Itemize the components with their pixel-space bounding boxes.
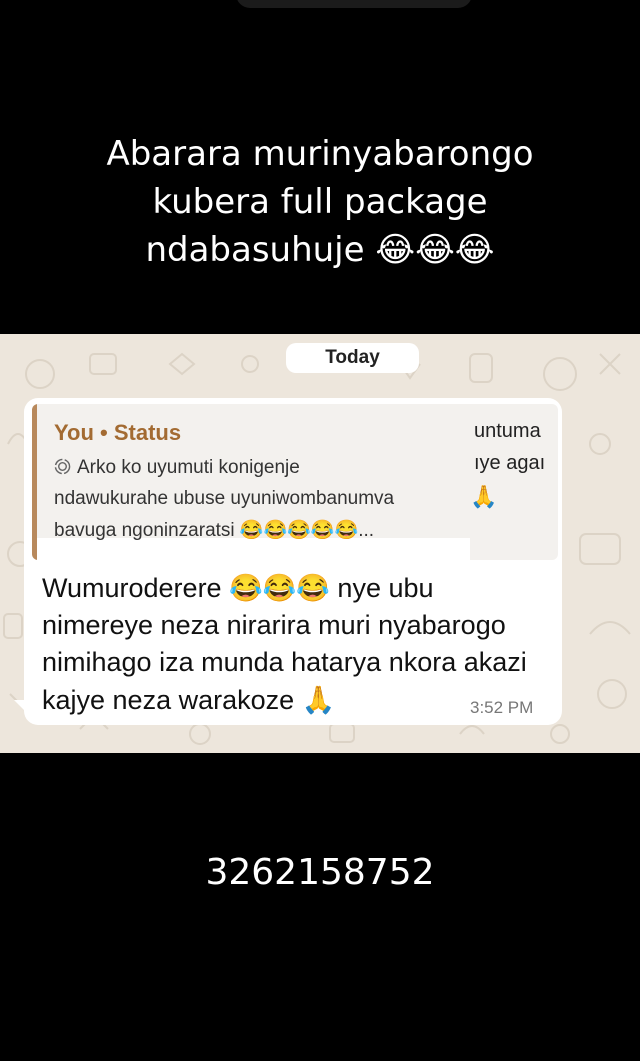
dynamic-island — [236, 0, 472, 8]
message-timestamp: 3:52 PM — [470, 698, 534, 717]
quote-text-line-3: bavuga ngoninzaratsi 😂😂😂😂😂... — [54, 520, 375, 541]
quote-overflow-emoji: 🙏 — [470, 484, 498, 509]
message-line-4: kajye neza warakoze 🙏 — [42, 685, 336, 715]
quote-overflow-text-2: ıye agaı — [474, 452, 546, 474]
screen: Abarara murinyabarongo kubera full packa… — [0, 0, 640, 1061]
message-line-1: Wumuroderere 😂😂😂 nye ubu — [42, 573, 434, 603]
bubble-tail — [14, 700, 28, 714]
caption-line-2: kubera full package — [152, 182, 488, 222]
overlay-caption: Abarara murinyabarongo kubera full packa… — [0, 130, 640, 274]
quote-text-line-2: ndawukurahe ubuse uyuniwombanumva — [54, 488, 395, 509]
quote-text-line-1: Arko ko uyumuti konigenje — [54, 457, 300, 479]
caption-line-3: ndabasuhuje 😂😂😂 — [145, 230, 495, 270]
caption-line-1: Abarara murinyabarongo — [106, 134, 534, 174]
overlay-number: 3262158752 — [205, 852, 435, 893]
quote-text-line-1-text: Arko ko uyumuti konigenje — [77, 457, 300, 478]
date-separator-pill: Today — [286, 343, 419, 373]
message-line-2: nimereye neza nirarira muri nyabarogo — [42, 610, 506, 640]
quote-author: You • Status — [54, 420, 182, 445]
status-ring-icon — [54, 458, 71, 475]
message-line-3: nimihago iza munda hatarya nkora akazi — [42, 647, 527, 677]
quote-overflow-text-1: untuma — [474, 420, 541, 442]
